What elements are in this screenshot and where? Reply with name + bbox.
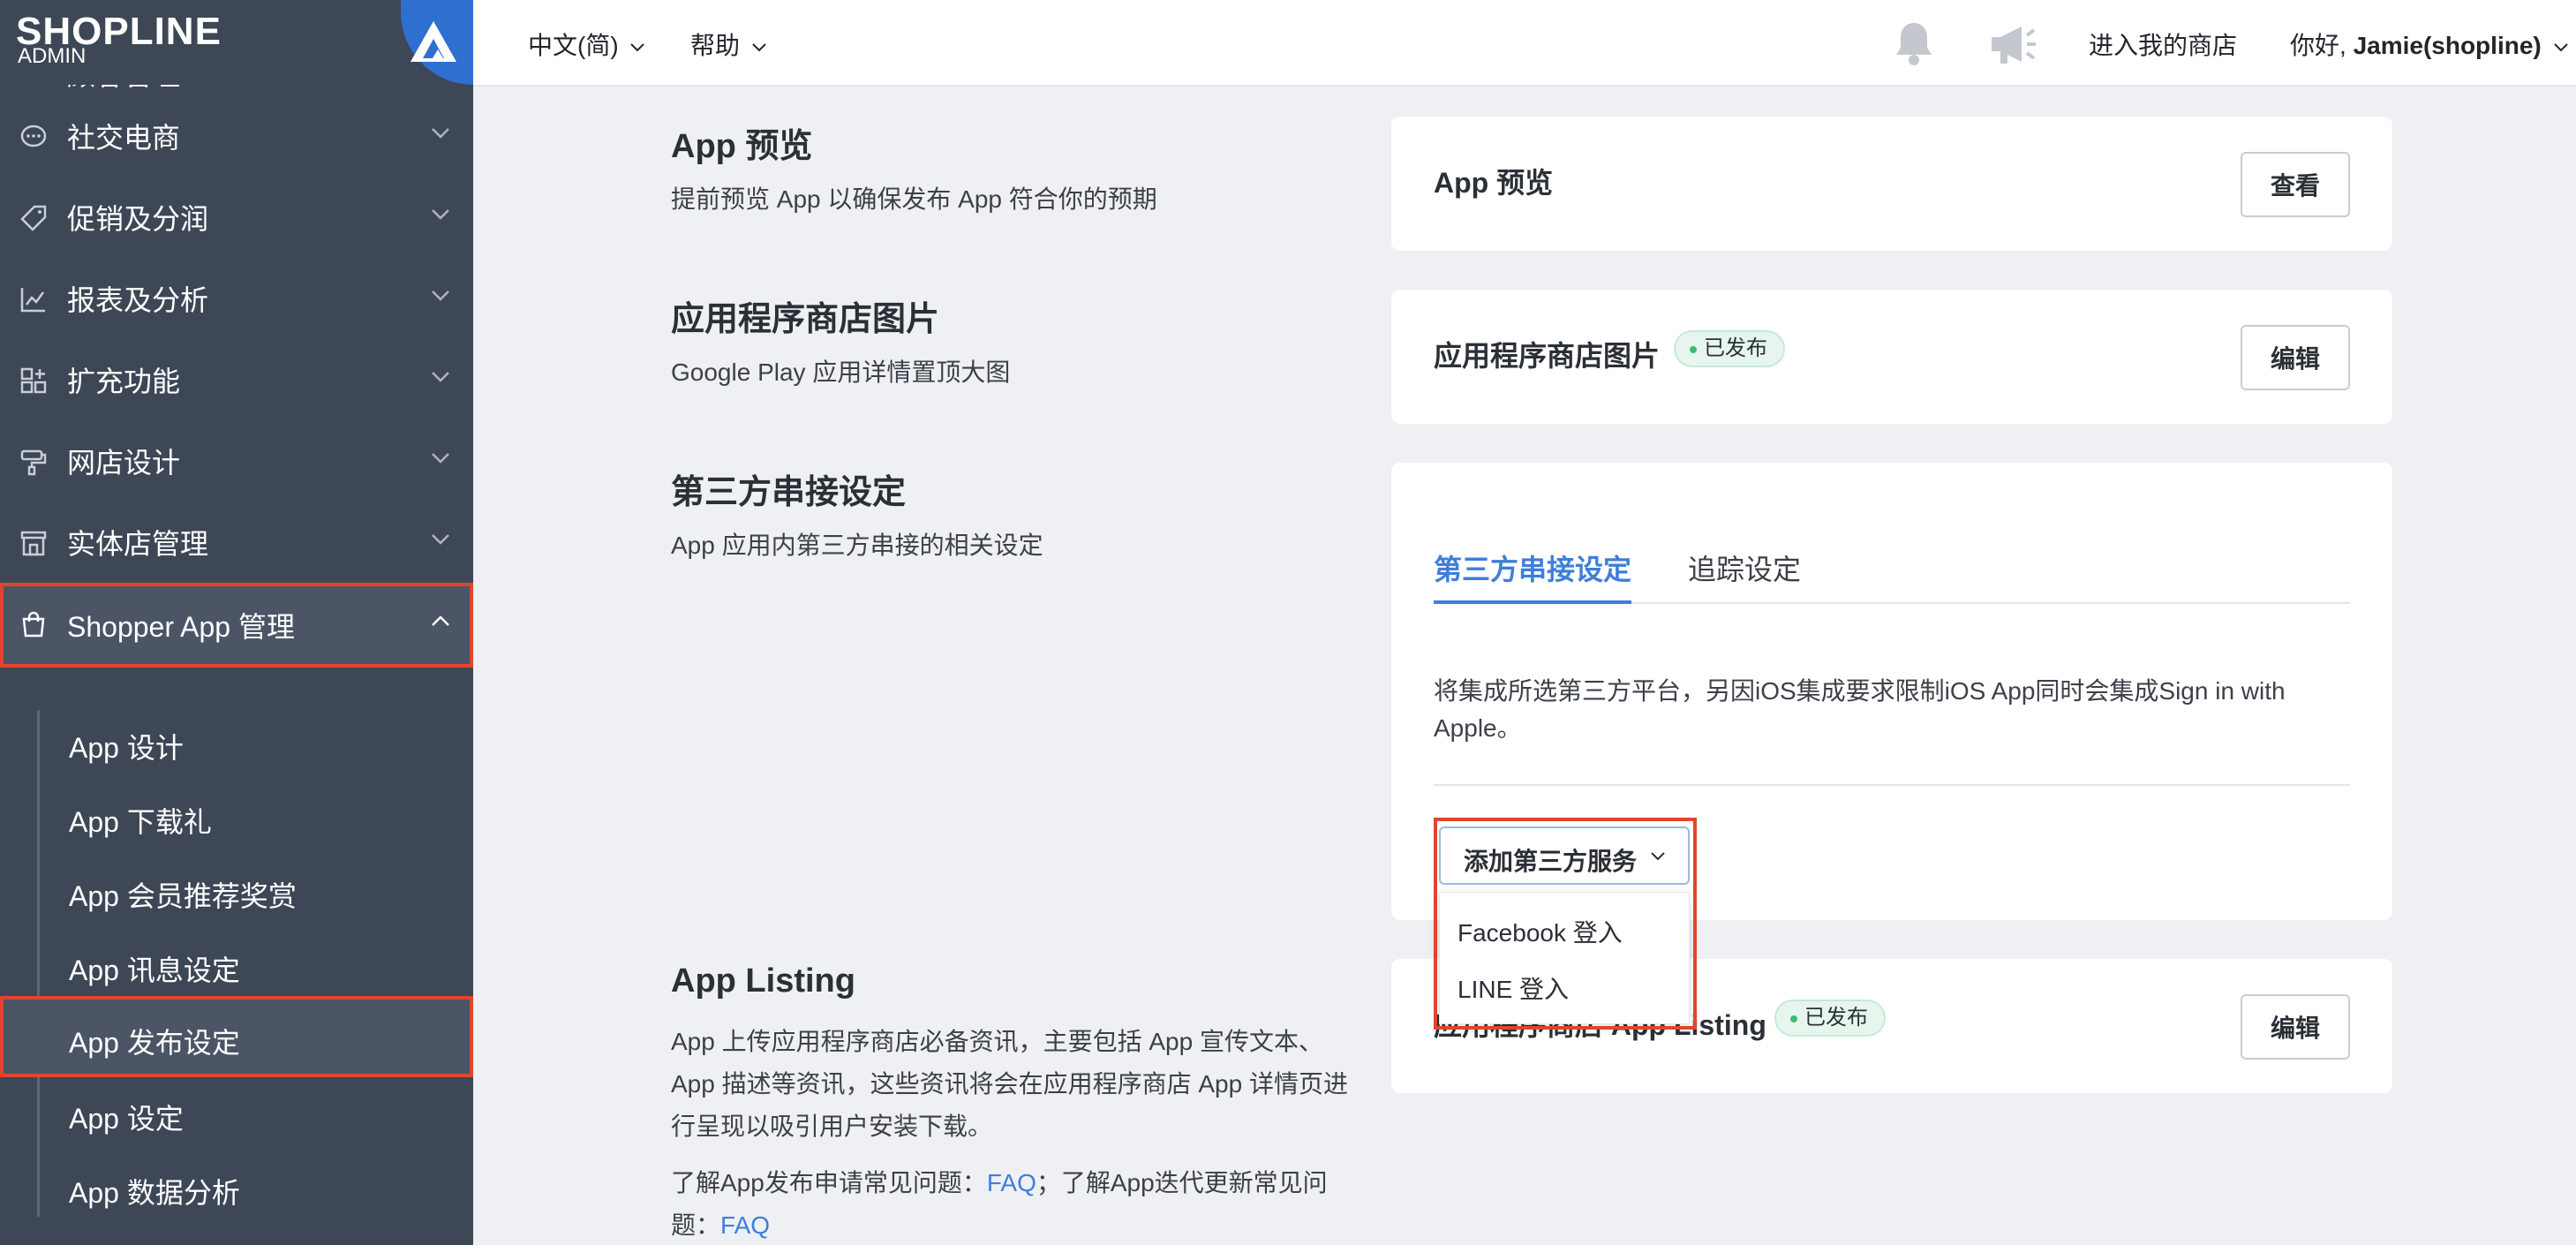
- sidebar-item-label: Shopper App 管理: [67, 611, 295, 643]
- card-app-preview: App 预览 查看: [1391, 117, 2392, 251]
- chart-icon: [20, 288, 45, 313]
- section-title-preview: App 预览: [671, 128, 813, 165]
- enter-store-link[interactable]: 进入我的商店: [2089, 26, 2237, 62]
- sidebar-item-shopper-app[interactable]: Shopper App 管理: [0, 583, 473, 668]
- edit-button[interactable]: 编辑: [2241, 994, 2350, 1060]
- sidebar-nav: 顾客管理 社交电商 促销及分润 报表及分析 扩充功能 网店设计: [0, 51, 473, 668]
- sidebar-item-retail-store[interactable]: 实体店管理: [0, 502, 473, 583]
- sidebar-subitem-publish-settings[interactable]: App 发布设定: [0, 996, 473, 1077]
- section-title-third-party: 第三方串接设定: [671, 474, 907, 511]
- status-badge: 已发布: [1774, 1000, 1886, 1037]
- language-selector[interactable]: 中文(简): [528, 26, 645, 62]
- sidebar-item-label: 促销及分润: [67, 203, 209, 235]
- apps-icon: [20, 367, 47, 394]
- chevron-down-icon: [432, 128, 449, 139]
- sidebar-item-promotions[interactable]: 促销及分润: [0, 177, 473, 258]
- status-badge: 已发布: [1674, 330, 1785, 367]
- greeting-prefix: 你好,: [2290, 32, 2354, 59]
- sidebar-item-reports[interactable]: 报表及分析: [0, 258, 473, 339]
- announcement-megaphone-icon[interactable]: [1988, 23, 2037, 72]
- chevron-down-icon: [432, 372, 449, 382]
- sidebar-toggle[interactable]: [401, 0, 473, 85]
- help-label: 帮助: [690, 32, 741, 59]
- sidebar-item-label: 报表及分析: [67, 284, 209, 316]
- sidebar-item-social-commerce[interactable]: 社交电商: [0, 95, 473, 177]
- edit-button[interactable]: 编辑: [2241, 325, 2350, 390]
- chevron-down-icon: [2553, 42, 2568, 52]
- brand-admin-label: ADMIN: [18, 44, 87, 68]
- sidebar-subitem-app-settings[interactable]: App 设定: [0, 1075, 473, 1150]
- integration-note: 将集成所选第三方平台，另因iOS集成要求限制iOS App同时会集成Sign i…: [1434, 677, 2286, 742]
- chevron-down-icon: [432, 534, 449, 545]
- faq-link-publish[interactable]: FAQ: [987, 1169, 1036, 1196]
- section-desc-listing: App 上传应用程序商店必备资讯，主要包括 App 宣传文本、App 描述等资讯…: [671, 1028, 1348, 1140]
- chevron-down-icon: [432, 209, 449, 220]
- sidebar-subitem-label: App 会员推荐奖赏: [69, 880, 297, 912]
- sidebar-subitem-download-gift[interactable]: App 下载礼: [0, 779, 473, 853]
- user-name: Jamie(shopline): [2353, 32, 2542, 59]
- sidebar-subitem-label: App 设定: [69, 1103, 184, 1135]
- brush-icon: [20, 449, 47, 476]
- sidebar-subitem-label: App 设计: [69, 732, 184, 764]
- language-label: 中文(简): [528, 32, 619, 59]
- sidebar-subitem-referral[interactable]: App 会员推荐奖赏: [0, 853, 473, 927]
- sidebar-item-label: 扩充功能: [67, 366, 181, 397]
- tab-third-party-settings[interactable]: 第三方串接设定: [1434, 547, 1631, 588]
- section-desc-third-party: App 应用内第三方串接的相关设定: [671, 532, 1043, 559]
- user-menu[interactable]: 你好, Jamie(shopline): [2290, 26, 2568, 62]
- chevron-down-icon: [630, 42, 645, 52]
- sidebar: 顾客管理 社交电商 促销及分润 报表及分析 扩充功能 网店设计: [0, 0, 473, 1245]
- chevron-down-icon: [432, 453, 449, 464]
- section-desc-preview: 提前预览 App 以确保发布 App 符合你的预期: [671, 185, 1157, 213]
- sidebar-item-label: 实体店管理: [67, 528, 209, 560]
- section-title-store-images: 应用程序商店图片: [671, 301, 940, 338]
- active-tab-indicator: [1434, 600, 1631, 604]
- sidebar-item-label: 网店设计: [67, 447, 181, 479]
- help-menu[interactable]: 帮助: [690, 26, 766, 62]
- card-store-images: 应用程序商店图片 已发布 编辑: [1391, 290, 2392, 424]
- section-desc-store-images: Google Play 应用详情置顶大图: [671, 358, 1011, 386]
- faq-link-update[interactable]: FAQ: [720, 1211, 770, 1239]
- card-title: App 预览: [1434, 167, 1554, 199]
- tag-icon: [20, 205, 47, 231]
- sidebar-subitem-label: App 数据分析: [69, 1177, 240, 1209]
- chevron-down-icon: [752, 42, 766, 52]
- brand-mark-icon: [411, 21, 456, 62]
- section-title-listing: App Listing: [671, 962, 855, 1000]
- sidebar-item-label: 社交电商: [67, 122, 181, 154]
- highlight-outline: [1434, 818, 1697, 1030]
- view-button[interactable]: 查看: [2241, 152, 2350, 217]
- brand-header: SHOPLINE ADMIN: [0, 0, 473, 85]
- chat-icon: [20, 124, 47, 147]
- sidebar-item-store-design[interactable]: 网店设计: [0, 420, 473, 502]
- top-bar: 中文(简) 帮助 进入我的商店 你好, Jamie(shopline): [473, 0, 2576, 87]
- sidebar-subitem-label: App 下载礼: [69, 806, 212, 838]
- sidebar-subitem-label: App 讯息设定: [69, 954, 240, 986]
- faq-line: 了解App发布申请常见问题：FAQ；了解App迭代更新常见问题：FAQ: [671, 1162, 1360, 1245]
- sidebar-subitem-app-design[interactable]: App 设计: [0, 705, 473, 779]
- sidebar-subitem-analytics[interactable]: App 数据分析: [0, 1150, 473, 1224]
- section-divider: [1434, 784, 2350, 786]
- chevron-up-icon: [432, 615, 449, 626]
- card-title: 应用程序商店图片: [1434, 340, 1661, 372]
- faq-prefix: 了解App发布申请常见问题：: [671, 1169, 987, 1196]
- chevron-down-icon: [432, 290, 449, 301]
- sidebar-item-extensions[interactable]: 扩充功能: [0, 339, 473, 420]
- sidebar-subitem-label: App 发布设定: [69, 1027, 240, 1059]
- bag-icon: [22, 611, 45, 638]
- sidebar-subitem-messages[interactable]: App 讯息设定: [0, 927, 473, 1001]
- store-icon: [20, 531, 47, 556]
- notification-bell-icon[interactable]: [1893, 19, 1935, 72]
- tab-tracking-settings[interactable]: 追踪设定: [1688, 547, 1801, 588]
